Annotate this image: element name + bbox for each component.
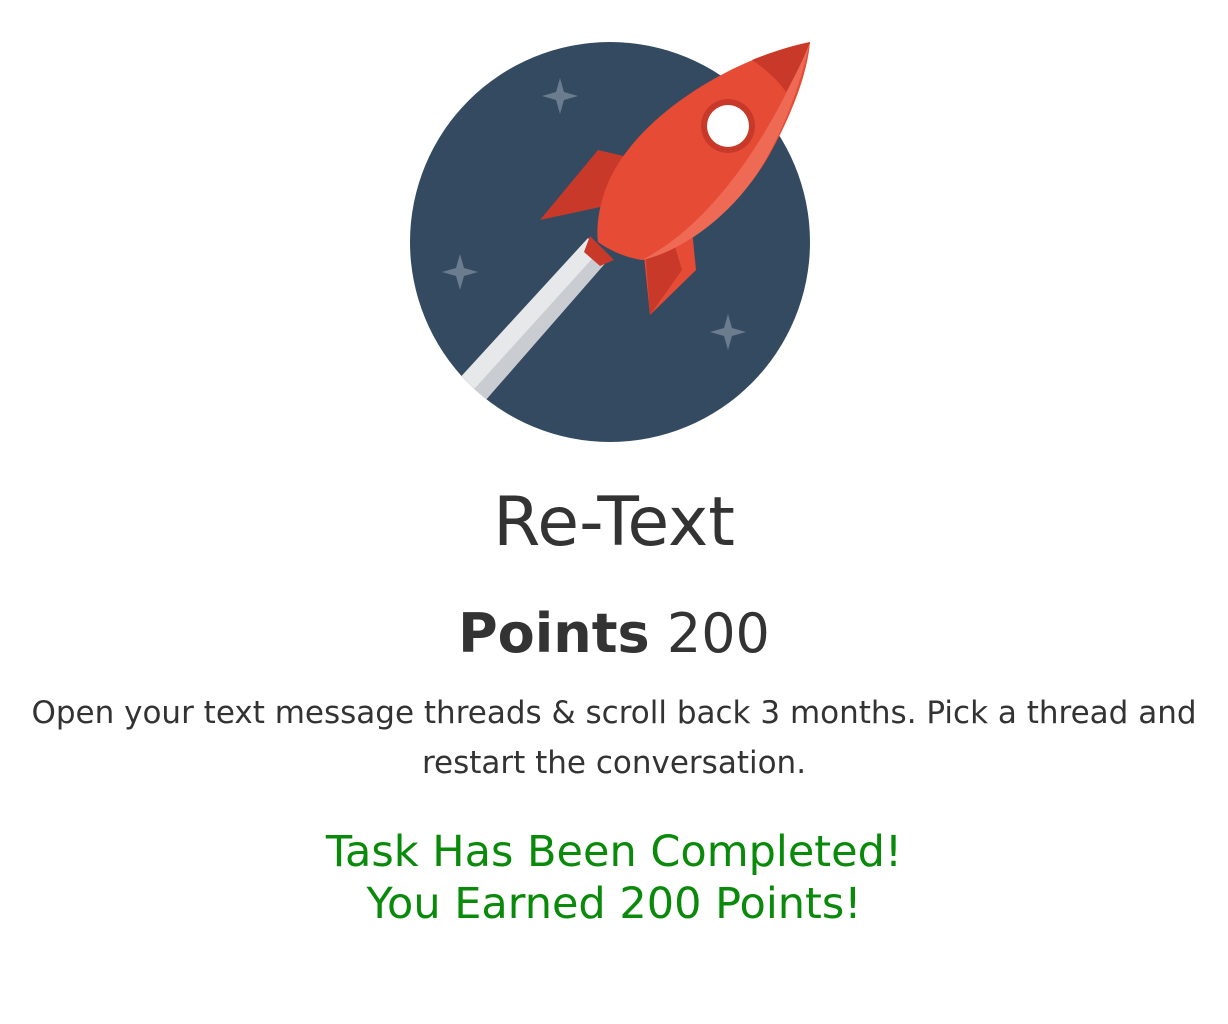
status-earned-text: You Earned 200 Points! [366,879,862,929]
completion-status: Task Has Been Completed! You Earned 200 … [0,826,1228,930]
rocket-window-icon [707,105,749,147]
rocket-illustration [400,30,820,450]
task-description: Open your text message threads & scroll … [31,695,1197,781]
status-completed-text: Task Has Been Completed! [325,827,903,877]
points-value: 200 [666,602,770,665]
points-line: Points 200 [0,598,1228,670]
task-title: Re-Text [493,483,735,562]
task-detail-page: Re-Text Points 200 Open your text messag… [0,0,1228,1024]
points-label: Points [458,602,650,665]
rocket-icon [410,42,810,442]
